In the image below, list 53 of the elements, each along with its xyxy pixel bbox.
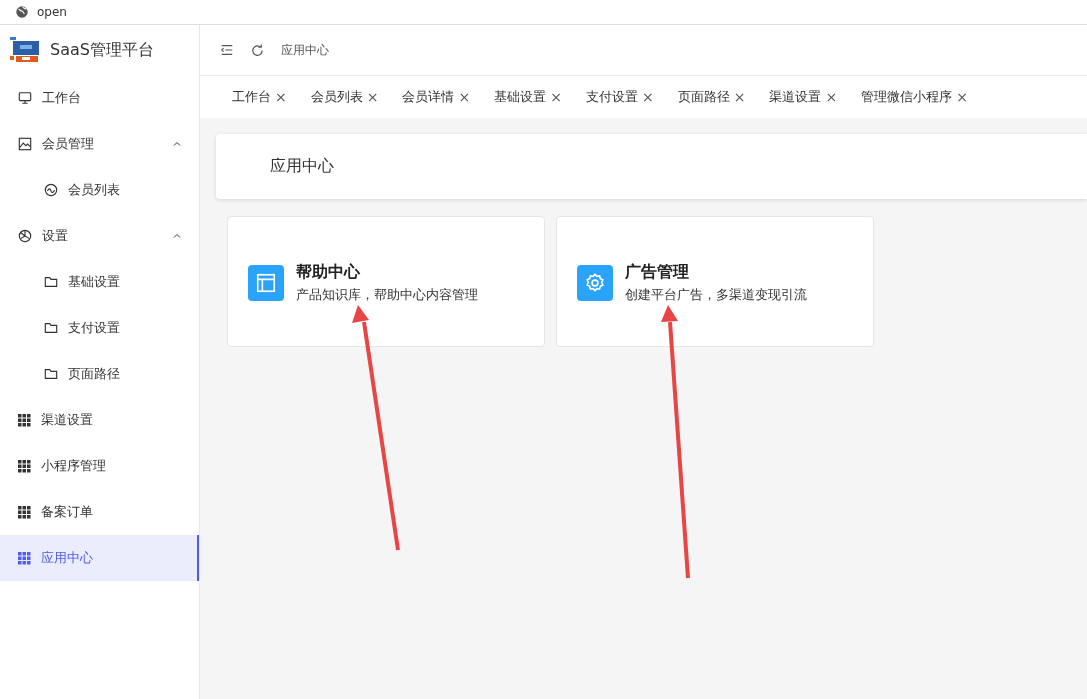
close-icon[interactable]: × xyxy=(366,89,379,105)
close-icon[interactable]: × xyxy=(550,89,562,105)
gear-icon xyxy=(577,264,613,301)
monitor-icon xyxy=(18,91,32,105)
sidebar-item[interactable]: 工作台 xyxy=(0,75,199,121)
app-description: 产品知识库，帮助中心内容管理 xyxy=(296,286,478,304)
app-card[interactable]: 帮助中心 产品知识库，帮助中心内容管理 xyxy=(227,216,545,347)
close-icon[interactable]: × xyxy=(458,89,471,105)
page-tab[interactable]: 会员列表 × xyxy=(298,88,391,106)
close-icon[interactable]: × xyxy=(956,89,968,105)
app-title: 广告管理 xyxy=(625,261,690,283)
grid-icon xyxy=(18,413,31,427)
sidebar-item[interactable]: 渠道设置 xyxy=(0,397,199,443)
close-icon[interactable]: × xyxy=(275,89,287,105)
app-title: 帮助中心 xyxy=(296,261,361,283)
grid-icon xyxy=(18,551,31,565)
page-tab[interactable]: 会员详情 × xyxy=(390,88,483,106)
close-icon[interactable]: × xyxy=(825,89,838,105)
brand-name: SaaS管理平台 xyxy=(50,39,154,61)
page-tab[interactable]: 渠道设置 × xyxy=(757,88,850,106)
browser-tab-title: open xyxy=(37,5,67,19)
sidebar-item[interactable]: 备案订单 xyxy=(0,489,199,535)
grid-icon xyxy=(18,459,31,473)
sidebar-item[interactable]: 设置 xyxy=(0,213,199,259)
ball-icon xyxy=(18,229,32,243)
logo-icon xyxy=(8,35,42,65)
sidebar-item[interactable]: 应用中心 xyxy=(0,535,199,581)
globe-icon xyxy=(15,5,29,19)
app-card[interactable]: 广告管理 创建平台广告，多渠道变现引流 xyxy=(556,216,874,347)
folder-icon xyxy=(44,275,58,289)
sidebar-subitem[interactable]: 会员列表 xyxy=(0,167,199,213)
folder-icon xyxy=(44,321,58,335)
close-icon[interactable]: × xyxy=(641,89,654,105)
breadcrumb[interactable]: 应用中心 xyxy=(281,41,329,59)
collapse-menu-icon xyxy=(220,43,234,57)
page-tab[interactable]: 支付设置 × xyxy=(573,88,666,106)
page-tab[interactable]: 页面路径 × xyxy=(665,88,758,106)
page-title: 应用中心 xyxy=(270,156,334,177)
page-tab[interactable]: 工作台 × xyxy=(220,88,299,106)
sidebar-item[interactable]: 会员管理 xyxy=(0,121,199,167)
sidebar-item[interactable]: 小程序管理 xyxy=(0,443,199,489)
app-description: 创建平台广告，多渠道变现引流 xyxy=(625,286,807,304)
image-icon xyxy=(18,137,32,151)
sidebar-subitem[interactable]: 页面路径 xyxy=(0,351,199,397)
page-tab[interactable]: 管理微信小程序 × xyxy=(849,88,980,106)
grid-icon xyxy=(18,505,31,519)
layout-icon xyxy=(248,264,284,301)
refresh-icon xyxy=(250,42,265,58)
sidebar-subitem[interactable]: 支付设置 xyxy=(0,305,199,351)
folder-icon xyxy=(44,367,58,381)
close-icon[interactable]: × xyxy=(733,89,746,105)
sidebar-subitem[interactable]: 基础设置 xyxy=(0,259,199,305)
page-tab[interactable]: 基础设置 × xyxy=(482,88,574,106)
